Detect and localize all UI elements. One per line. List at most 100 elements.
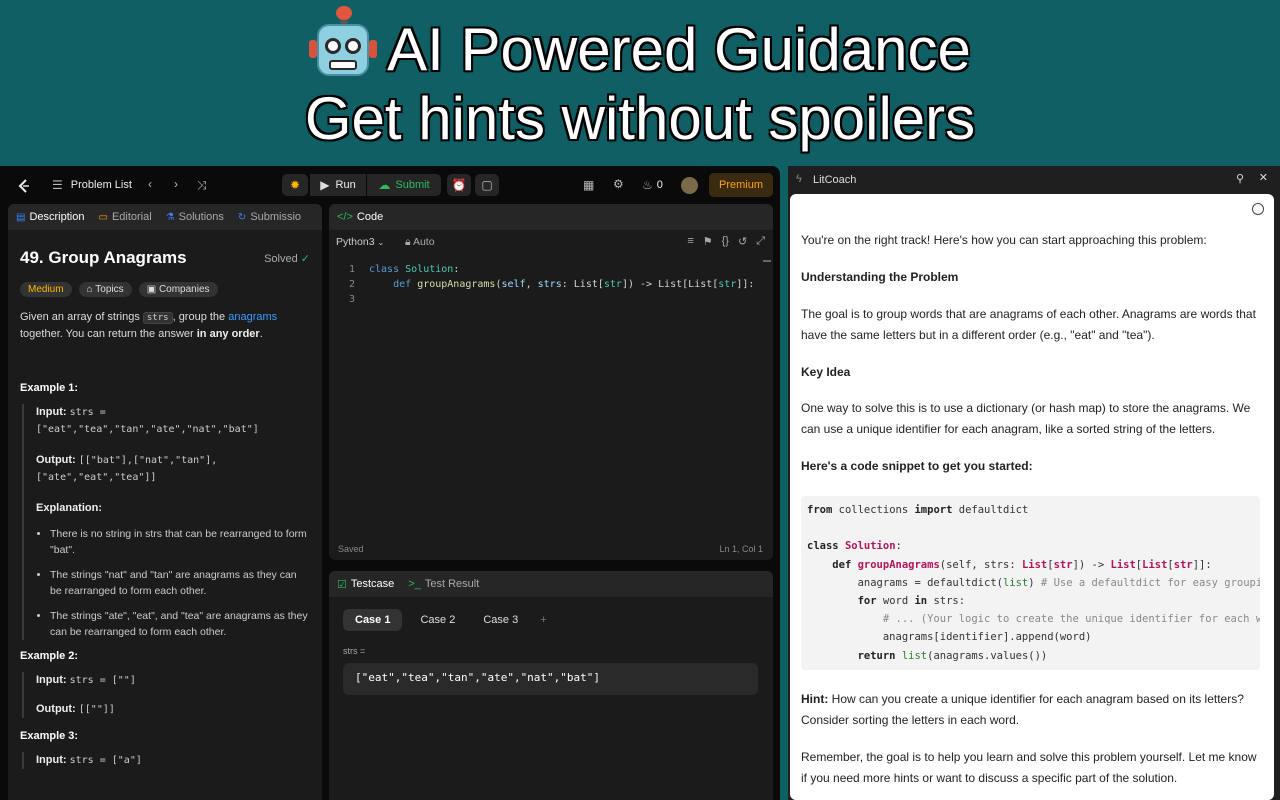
companies-chip[interactable]: ▣ Companies	[138, 282, 218, 297]
scrollbar[interactable]	[763, 260, 771, 262]
chevron-down-icon: ⌄	[377, 238, 385, 247]
leetcode-logo-icon[interactable]	[16, 178, 32, 194]
cloud-upload-icon: ☁	[378, 178, 391, 192]
prev-problem-button[interactable]: ‹	[148, 177, 152, 191]
example-3-block: Input: strs = ["a"]	[22, 752, 310, 769]
premium-button[interactable]: Premium	[709, 173, 773, 197]
tab-testcase[interactable]: ☑ Testcase	[337, 578, 394, 591]
top-toolbar: ☰ Problem List ‹ › ⤨ ✹ ▶ Run ☁ Submit ⏰ …	[0, 166, 780, 204]
run-label: Run	[335, 179, 356, 191]
layout-button[interactable]: ▦	[583, 178, 594, 192]
example-2-block: Input: strs = [""] Output: [[""]]	[22, 672, 310, 718]
case-tab[interactable]: Case 3	[473, 609, 528, 631]
avatar[interactable]	[681, 177, 698, 194]
add-case-icon[interactable]: +	[536, 609, 550, 631]
cursor-position: Ln 1, Col 1	[719, 544, 763, 554]
lock-icon: ▣	[146, 284, 159, 295]
list-item: There is no string in strs that can be r…	[50, 526, 310, 558]
code-editor[interactable]: 1 2 3 class Solution: def groupAnagrams(…	[329, 256, 773, 540]
tab-editorial[interactable]: ▭ Editorial	[98, 211, 151, 223]
refresh-icon[interactable]	[1252, 203, 1264, 215]
problem-statement: Given an array of strings strs, group th…	[20, 311, 278, 340]
pin-icon[interactable]: ⚲	[1236, 172, 1244, 185]
promo-banner: AI Powered Guidance Get hints without sp…	[0, 0, 1280, 166]
submit-button[interactable]: ☁ Submit	[367, 174, 441, 196]
robot-icon	[309, 6, 378, 78]
next-problem-button[interactable]: ›	[174, 177, 178, 191]
litcoach-chat: You're on the right track! Here's how yo…	[790, 194, 1274, 800]
coach-heading: Understanding the Problem	[801, 270, 959, 284]
shuffle-button[interactable]: ⤨	[197, 178, 207, 193]
close-icon[interactable]: ✕	[1259, 171, 1268, 184]
testcase-tabs: ☑ Testcase >_ Test Result	[329, 571, 773, 597]
play-icon: ▶	[320, 178, 330, 192]
tab-description[interactable]: ▤ Description	[16, 211, 84, 223]
list-item: The strings "nat" and "tan" are anagrams…	[50, 567, 310, 599]
auto-mode[interactable]: 🔒︎ Auto	[405, 236, 435, 249]
example-1-block: Input: strs = ["eat","tea","tan","ate","…	[22, 404, 310, 640]
expand-icon[interactable]: ⤢	[756, 235, 765, 248]
case-tab[interactable]: Case 2	[410, 609, 465, 631]
checkbox-icon: ☑	[337, 578, 347, 591]
reset-icon[interactable]: ↺	[738, 235, 747, 248]
code-panel: </> Code Python3 ⌄ 🔒︎ Auto ≡ ⚑ {} ↺ ⤢ 1 2…	[329, 204, 773, 560]
leetcode-window: ☰ Problem List ‹ › ⤨ ✹ ▶ Run ☁ Submit ⏰ …	[0, 166, 780, 800]
run-button[interactable]: ▶ Run	[310, 174, 366, 196]
premium-label: Premium	[718, 179, 763, 191]
gear-icon: ⚙	[613, 177, 624, 191]
streak-counter[interactable]: ♨ 0	[642, 178, 663, 192]
coach-heading: Key Idea	[801, 365, 851, 379]
topics-chip[interactable]: ⌂ Topics	[78, 282, 132, 297]
case-tab[interactable]: Case 1	[343, 609, 403, 631]
braces-icon[interactable]: {}	[722, 235, 729, 248]
note-icon: ▢	[481, 178, 493, 192]
case-tabs: Case 1 Case 2 Case 3 +	[343, 609, 551, 631]
problem-description: 49. Group Anagrams Solved ✓ Medium ⌂ Top…	[8, 230, 322, 781]
description-tabs: ▤ Description ▭ Editorial ⚗ Solutions ↻ Subm…	[8, 204, 322, 230]
coach-paragraph: One way to solve this is to use a dictio…	[801, 401, 1251, 436]
lock-icon: 🔒︎	[405, 236, 411, 248]
submit-label: Submit	[395, 179, 430, 191]
editor-actions: ≡ ⚑ {} ↺ ⤢	[687, 235, 765, 248]
settings-button[interactable]: ⚙	[613, 177, 624, 191]
terminal-icon: >_	[408, 578, 421, 590]
bug-icon: ✹	[289, 178, 301, 192]
litcoach-panel: ϟ LitCoach ⚲ ✕ You're on the right track…	[788, 166, 1280, 800]
tab-solutions[interactable]: ⚗ Solutions	[166, 211, 224, 223]
example-2-title: Example 2:	[20, 650, 79, 662]
format-icon[interactable]: ≡	[687, 235, 693, 248]
banner-headline: AI Powered Guidance	[0, 6, 1280, 85]
bookmark-icon[interactable]: ⚑	[703, 235, 713, 248]
tab-submissions[interactable]: ↻ Submissio	[238, 211, 301, 223]
difficulty-badge[interactable]: Medium	[20, 282, 72, 297]
alarm-icon: ⏰	[451, 178, 467, 192]
timer-button[interactable]: ⏰	[447, 174, 471, 196]
litcoach-header: ϟ LitCoach ⚲ ✕	[788, 166, 1280, 194]
list-item: The strings "ate", "eat", and "tea" are …	[50, 608, 310, 640]
coach-closing: Remember, the goal is to help you learn …	[801, 750, 1257, 785]
description-panel: ▤ Description ▭ Editorial ⚗ Solutions ↻ Subm…	[8, 204, 322, 800]
testcase-input[interactable]: ["eat","tea","tan","ate","nat","bat"]	[343, 663, 758, 695]
code-snippet: from collections import defaultdict clas…	[801, 496, 1260, 670]
notes-button[interactable]: ▢	[475, 174, 499, 196]
book-icon: ▭	[98, 211, 108, 223]
document-icon: ▤	[16, 211, 26, 223]
tab-test-result[interactable]: >_ Test Result	[408, 578, 479, 590]
coach-paragraph: The goal is to group words that are anag…	[801, 307, 1256, 342]
example-1-title: Example 1:	[20, 382, 79, 394]
chevron-left-icon: ‹	[148, 177, 152, 191]
debug-button[interactable]: ✹	[282, 174, 308, 196]
flame-icon: ♨	[642, 178, 653, 192]
problem-list-button[interactable]: ☰ Problem List	[52, 178, 132, 192]
chevron-right-icon: ›	[174, 177, 178, 191]
litcoach-title: LitCoach	[813, 174, 857, 186]
variable-label: strs =	[343, 646, 366, 656]
check-circle-icon: ✓	[300, 253, 310, 265]
language-select[interactable]: Python3 ⌄	[336, 236, 384, 248]
anagrams-link[interactable]: anagrams	[228, 311, 277, 323]
testcase-panel: ☑ Testcase >_ Test Result Case 1 Case 2 Ca…	[329, 571, 773, 800]
shuffle-icon: ⤨	[197, 178, 207, 192]
bolt-icon: ϟ	[796, 173, 802, 185]
history-icon: ↻	[237, 211, 247, 223]
tab-code[interactable]: </> Code	[337, 211, 383, 223]
